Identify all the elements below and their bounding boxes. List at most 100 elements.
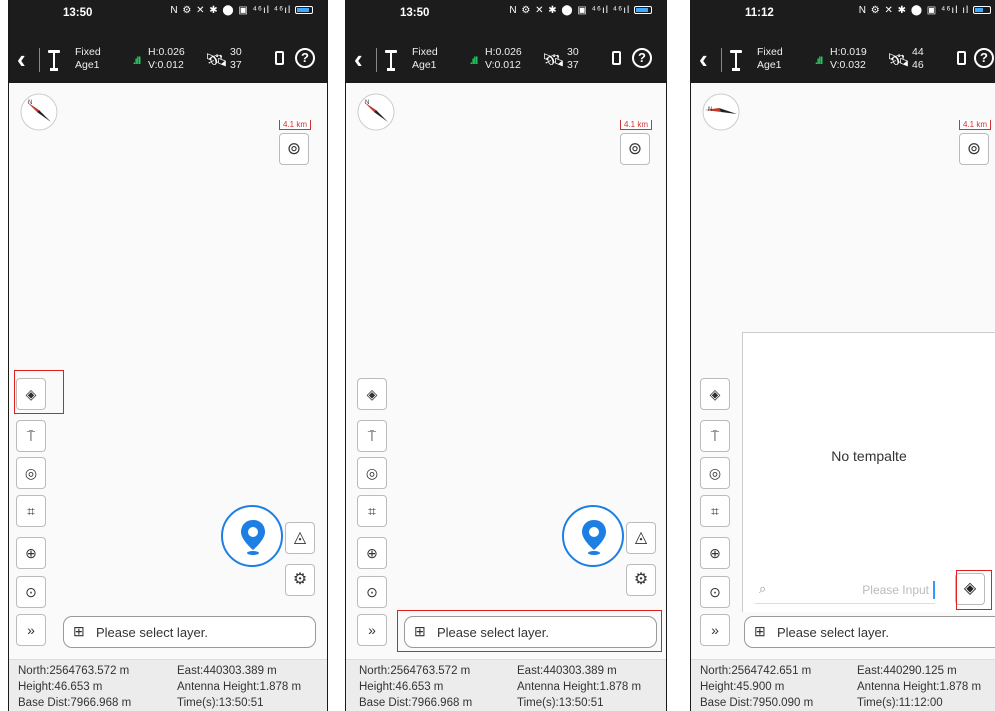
status-icons: N ⚙ ✕ ✱ ⬤ ▣ ⁴⁶ıl ⁴⁶ıl bbox=[509, 5, 652, 16]
antenna-height-value: Antenna Height:1.878 m bbox=[517, 681, 642, 693]
rover-button[interactable]: ⍑ bbox=[357, 420, 387, 452]
gps-button[interactable]: ◎ bbox=[357, 457, 387, 489]
gnss-toolbar: ‹ Fixed Age1 .ıll H:0.026 V:0.012 🛰 30 37 ? bbox=[346, 40, 666, 83]
back-icon[interactable]: ‹ bbox=[354, 46, 363, 72]
north-value: North:2564763.572 m bbox=[359, 665, 471, 677]
back-icon[interactable]: ‹ bbox=[17, 46, 26, 72]
status-icons: N ⚙ ✕ ✱ ⬤ ▣ ⁴⁶ıl ıl bbox=[859, 5, 991, 16]
rover-button[interactable]: ⍑ bbox=[16, 420, 46, 452]
fix-status[interactable]: Fixed Age1 bbox=[75, 46, 101, 72]
precision-readout: H:0.026 V:0.012 bbox=[148, 46, 185, 71]
fix-status[interactable]: Fixed Age1 bbox=[757, 46, 783, 72]
clock: 11:12 bbox=[745, 7, 774, 19]
center-button[interactable]: ⊙ bbox=[357, 576, 387, 608]
battery-icon bbox=[295, 6, 313, 15]
device-icon[interactable] bbox=[957, 51, 966, 65]
satellite-count: 30 37 bbox=[567, 46, 579, 71]
zoom-extent-button[interactable]: ⌗ bbox=[700, 495, 730, 527]
satellite-count: 44 46 bbox=[912, 46, 924, 71]
status-bar: 11:12 N ⚙ ✕ ✱ ⬤ ▣ ⁴⁶ıl ıl bbox=[691, 0, 995, 40]
height-value: Height:45.900 m bbox=[700, 681, 785, 693]
collect-point-button[interactable] bbox=[562, 505, 624, 567]
clock: 13:50 bbox=[400, 7, 430, 19]
layer-select-bar[interactable]: ⊞ Please select layer. bbox=[63, 616, 316, 648]
zoom-extent-button[interactable]: ⌗ bbox=[16, 495, 46, 527]
center-button[interactable]: ⊙ bbox=[16, 576, 46, 608]
point-a-button[interactable]: ⊕ bbox=[700, 537, 730, 569]
point-a-button[interactable]: ⊕ bbox=[16, 537, 46, 569]
gnss-toolbar: ‹ Fixed Age1 .ıll H:0.019 V:0.032 🛰 44 46 ? bbox=[691, 40, 995, 83]
center-button[interactable]: ⊙ bbox=[700, 576, 730, 608]
precision-readout: H:0.019 V:0.032 bbox=[830, 46, 867, 71]
height-value: Height:46.653 m bbox=[359, 681, 444, 693]
empty-message: No tempalte bbox=[831, 448, 907, 464]
gps-button[interactable]: ◎ bbox=[16, 457, 46, 489]
north-value: North:2564742.651 m bbox=[700, 665, 812, 677]
rover-receiver-icon[interactable] bbox=[729, 48, 743, 72]
layer-select-label: Please select layer. bbox=[96, 625, 209, 640]
east-value: East:440303.389 m bbox=[177, 665, 277, 677]
north-value: North:2564763.572 m bbox=[18, 665, 130, 677]
satellite-icon[interactable]: 🛰 bbox=[542, 50, 565, 71]
clock: 13:50 bbox=[63, 7, 93, 19]
compass-icon[interactable]: N bbox=[17, 90, 61, 134]
time-value: Time(s):11:12:00 bbox=[857, 697, 943, 709]
rover-button[interactable]: ⍑ bbox=[700, 420, 730, 452]
help-icon[interactable]: ? bbox=[632, 48, 652, 68]
gps-button[interactable]: ◎ bbox=[700, 457, 730, 489]
mountain-icon[interactable]: ◬ bbox=[285, 522, 315, 554]
mountain-icon[interactable]: ◬ bbox=[626, 522, 656, 554]
back-icon[interactable]: ‹ bbox=[699, 46, 708, 72]
collapse-button[interactable]: » bbox=[16, 614, 46, 646]
layers-button[interactable]: ◈ bbox=[357, 378, 387, 410]
satellite-icon[interactable]: 🛰 bbox=[887, 50, 910, 71]
locate-button[interactable]: ⊚ bbox=[959, 133, 989, 165]
satellite-count: 30 37 bbox=[230, 46, 242, 71]
base-dist-value: Base Dist:7966.968 m bbox=[18, 697, 132, 709]
template-search[interactable]: ⌕ Please Input bbox=[755, 578, 935, 604]
map-scale: 4.1 km bbox=[959, 120, 992, 130]
point-a-button[interactable]: ⊕ bbox=[357, 537, 387, 569]
signal-icon: .ıll bbox=[815, 56, 823, 67]
text-caret bbox=[933, 581, 935, 599]
layer-select-icon: ⊞ bbox=[73, 623, 85, 639]
rover-receiver-icon[interactable] bbox=[47, 48, 61, 72]
position-info: North:2564763.572 m Height:46.653 m Base D… bbox=[346, 659, 666, 711]
locate-button[interactable]: ⊚ bbox=[620, 133, 650, 165]
antenna-height-value: Antenna Height:1.878 m bbox=[857, 681, 982, 693]
precision-readout: H:0.026 V:0.012 bbox=[485, 46, 522, 71]
rover-receiver-icon[interactable] bbox=[384, 48, 398, 72]
zoom-extent-button[interactable]: ⌗ bbox=[357, 495, 387, 527]
east-value: East:440290.125 m bbox=[857, 665, 957, 677]
phone-screen-1: 13:50 N ⚙ ✕ ✱ ⬤ ▣ ⁴⁶ıl ⁴⁶ıl ‹ Fixed Age1 … bbox=[8, 0, 328, 711]
signal-icon: .ıll bbox=[133, 56, 141, 67]
signal-icon: .ıll bbox=[470, 56, 478, 67]
layers-button[interactable]: ◈ bbox=[700, 378, 730, 410]
compass-icon[interactable]: N bbox=[354, 90, 398, 134]
fix-status[interactable]: Fixed Age1 bbox=[412, 46, 438, 72]
device-icon[interactable] bbox=[275, 51, 284, 65]
base-dist-value: Base Dist:7966.968 m bbox=[359, 697, 473, 709]
svg-text:N: N bbox=[365, 100, 369, 106]
svg-text:N: N bbox=[28, 100, 32, 106]
collect-point-button[interactable] bbox=[221, 505, 283, 567]
device-icon[interactable] bbox=[612, 51, 621, 65]
map-scale: 4.1 km bbox=[620, 120, 653, 130]
satellite-icon[interactable]: 🛰 bbox=[205, 50, 228, 71]
height-value: Height:46.653 m bbox=[18, 681, 103, 693]
position-info: North:2564742.651 m Height:45.900 m Base D… bbox=[691, 659, 995, 711]
collapse-button[interactable]: » bbox=[700, 614, 730, 646]
phone-screen-3: 11:12 N ⚙ ✕ ✱ ⬤ ▣ ⁴⁶ıl ıl ‹ Fixed Age1 .ı… bbox=[690, 0, 995, 711]
locate-button[interactable]: ⊚ bbox=[279, 133, 309, 165]
highlight-box bbox=[397, 610, 662, 652]
divider bbox=[39, 48, 40, 72]
help-icon[interactable]: ? bbox=[295, 48, 315, 68]
compass-icon[interactable]: N bbox=[699, 90, 743, 134]
collapse-button[interactable]: » bbox=[357, 614, 387, 646]
help-icon[interactable]: ? bbox=[974, 48, 994, 68]
phone-screen-2: 13:50 N ⚙ ✕ ✱ ⬤ ▣ ⁴⁶ıl ⁴⁶ıl ‹ Fixed Age1 … bbox=[345, 0, 667, 711]
layer-select-bar[interactable]: ⊞ Please select layer. bbox=[744, 616, 995, 648]
search-placeholder: Please Input bbox=[862, 583, 929, 597]
settings-icon[interactable]: ⚙ bbox=[626, 564, 656, 596]
settings-icon[interactable]: ⚙ bbox=[285, 564, 315, 596]
